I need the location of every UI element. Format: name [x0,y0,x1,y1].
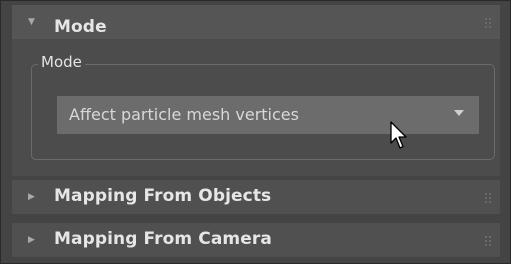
mode-dropdown[interactable]: Affect particle mesh vertices [57,96,479,134]
triangle-right-icon: ▶ [28,235,35,245]
mode-dropdown-value: Affect particle mesh vertices [69,105,299,124]
grip-icon[interactable] [485,193,495,203]
command-panel: ▼ Mode Mode Affect particle mesh vertice… [0,0,511,264]
triangle-down-icon: ▼ [28,17,35,27]
chevron-down-icon [454,110,464,116]
rollout-mode-title: Mode [54,17,107,37]
mouse-cursor-icon [390,121,407,149]
grip-icon[interactable] [485,18,495,28]
rollout-mode-header[interactable]: ▼ Mode [12,5,500,39]
rollout-mapping-from-camera-title: Mapping From Camera [54,229,272,249]
triangle-right-icon: ▶ [28,192,35,202]
rollout-mapping-from-objects-title: Mapping From Objects [54,186,272,206]
grip-icon[interactable] [485,236,495,246]
mode-group-label: Mode [38,53,85,71]
rollout-mapping-from-objects[interactable]: ▶ Mapping From Objects [12,180,500,214]
rollout-mapping-from-camera[interactable]: ▶ Mapping From Camera [12,223,500,257]
